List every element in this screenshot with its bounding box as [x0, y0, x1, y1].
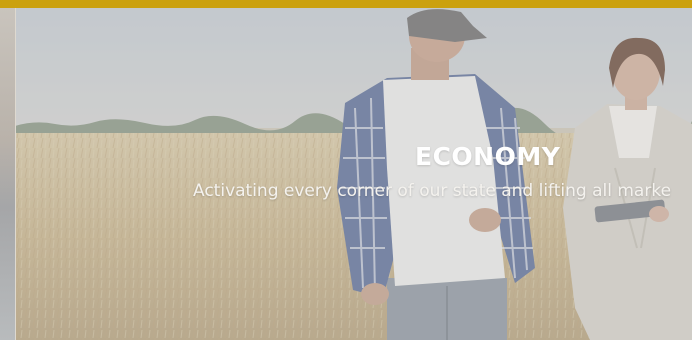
hero-carousel[interactable]: ECONOMY Activating every corner of our s… [0, 8, 692, 340]
page: ECONOMY Activating every corner of our s… [0, 0, 692, 340]
top-accent-bar [0, 0, 692, 8]
previous-slide-peek[interactable] [0, 8, 16, 340]
carousel-slide-economy[interactable]: ECONOMY Activating every corner of our s… [15, 8, 692, 340]
slide-title: ECONOMY [415, 142, 561, 171]
slide-tint-overlay [15, 8, 692, 340]
slide-subtitle: Activating every corner of our state and… [193, 181, 672, 201]
